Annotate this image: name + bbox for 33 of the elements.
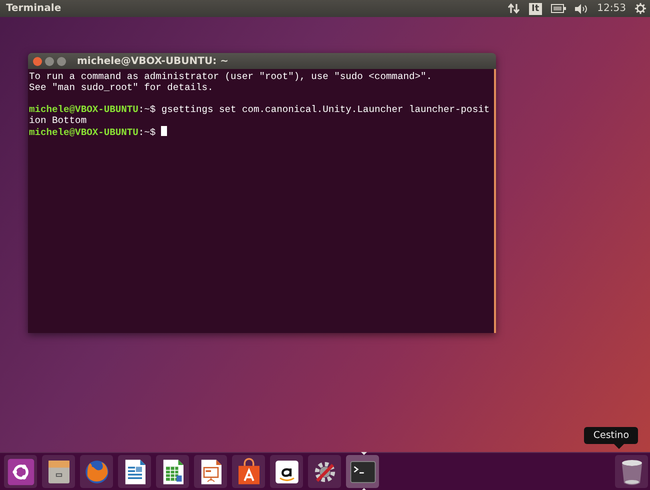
minimize-button[interactable]: [45, 56, 54, 66]
app-title: Terminale: [6, 3, 62, 14]
tooltip: Cestino: [584, 427, 638, 444]
close-button[interactable]: [33, 56, 42, 66]
letter-a-icon: [272, 458, 300, 486]
battery-icon[interactable]: [551, 4, 566, 13]
launcher-item[interactable]: [156, 455, 189, 488]
gear-icon[interactable]: [635, 3, 646, 14]
prompt-path: :~$: [138, 104, 156, 115]
launcher-item[interactable]: [270, 455, 303, 488]
launcher-item[interactable]: [232, 455, 265, 488]
clock[interactable]: 12:53: [597, 3, 626, 14]
terminal-output: See "man sudo_root" for details.: [29, 82, 214, 93]
launcher-item[interactable]: [118, 455, 151, 488]
launcher-item[interactable]: [194, 455, 227, 488]
command-text: gsettings set com.canonical.Unity.Launcher launcher-posit: [160, 104, 490, 115]
launcher-item[interactable]: [615, 455, 648, 488]
terminal-output: ion Bottom: [29, 115, 87, 126]
globe-fox-icon: [82, 458, 110, 486]
launcher-item[interactable]: [308, 455, 341, 488]
maximize-button[interactable]: [57, 56, 66, 66]
keyboard-layout-indicator[interactable]: It: [528, 2, 542, 14]
ubuntu-logo-icon: [6, 458, 34, 486]
terminal-output: To run a command as administrator (user "root"), use "sudo <command>".: [29, 71, 432, 82]
window-title: michele@VBOX-UBUNTU: ~: [77, 56, 228, 66]
network-arrows-icon[interactable]: [508, 3, 520, 14]
speaker-icon[interactable]: [575, 4, 588, 14]
launcher-item[interactable]: [42, 455, 75, 488]
launcher-item[interactable]: [4, 455, 37, 488]
prompt-user: michele@VBOX-UBUNTU: [29, 104, 138, 115]
prompt-user: michele@VBOX-UBUNTU: [29, 127, 138, 138]
terminal-area[interactable]: [28, 69, 496, 333]
prompt-path: :~$: [138, 127, 156, 138]
